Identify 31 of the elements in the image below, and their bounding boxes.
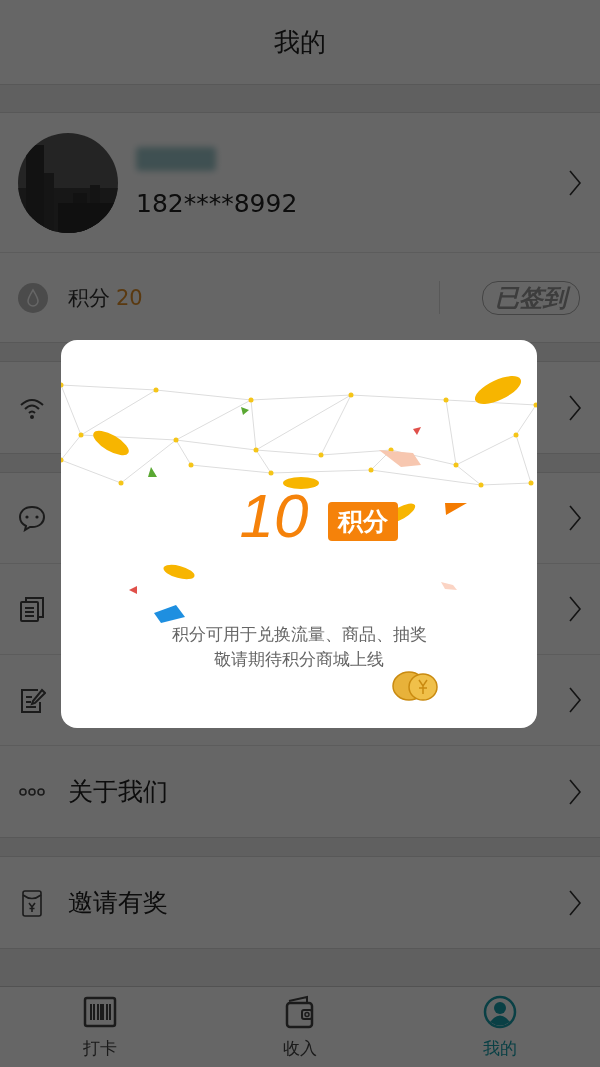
water-drop-icon — [18, 282, 48, 313]
menu-label: 邀请有奖 — [68, 887, 169, 919]
menu-row[interactable]: 关于我们 — [0, 746, 600, 837]
coins-icon — [391, 668, 441, 702]
points-label: 积分 — [68, 284, 110, 312]
more-dots-icon — [18, 787, 46, 796]
profile-card[interactable]: 182****8992 — [0, 112, 600, 253]
tab-item[interactable]: 收入 — [200, 987, 400, 1067]
points-amount: 10 — [239, 480, 309, 551]
phone-number: 182****8992 — [136, 189, 299, 218]
menu-row[interactable]: 邀请有奖 — [0, 857, 600, 948]
chat-bubble-icon — [18, 504, 46, 532]
barcode-icon — [83, 994, 117, 1029]
chevron-right-icon — [566, 595, 582, 623]
documents-icon — [18, 595, 46, 623]
chevron-right-icon — [566, 504, 582, 532]
tab-item[interactable]: 我的 — [400, 987, 600, 1067]
user-avatar-icon — [483, 994, 517, 1029]
page-title: 我的 — [274, 25, 326, 59]
chevron-right-icon — [566, 168, 582, 197]
dialog-message: 积分可用于兑换流量、商品、抽奖 — [171, 623, 427, 646]
chevron-right-icon — [566, 777, 582, 806]
points-value: 20 — [116, 285, 143, 310]
points-badge: 积分 — [328, 502, 399, 541]
dialog-message: 敬请期待积分商城上线 — [214, 648, 384, 671]
tab-item[interactable]: 打卡 — [0, 987, 200, 1067]
edit-document-icon — [18, 686, 46, 714]
chevron-right-icon — [566, 393, 582, 422]
chevron-right-icon — [566, 888, 582, 917]
chevron-right-icon — [566, 686, 582, 714]
menu-label: 关于我们 — [68, 776, 169, 808]
